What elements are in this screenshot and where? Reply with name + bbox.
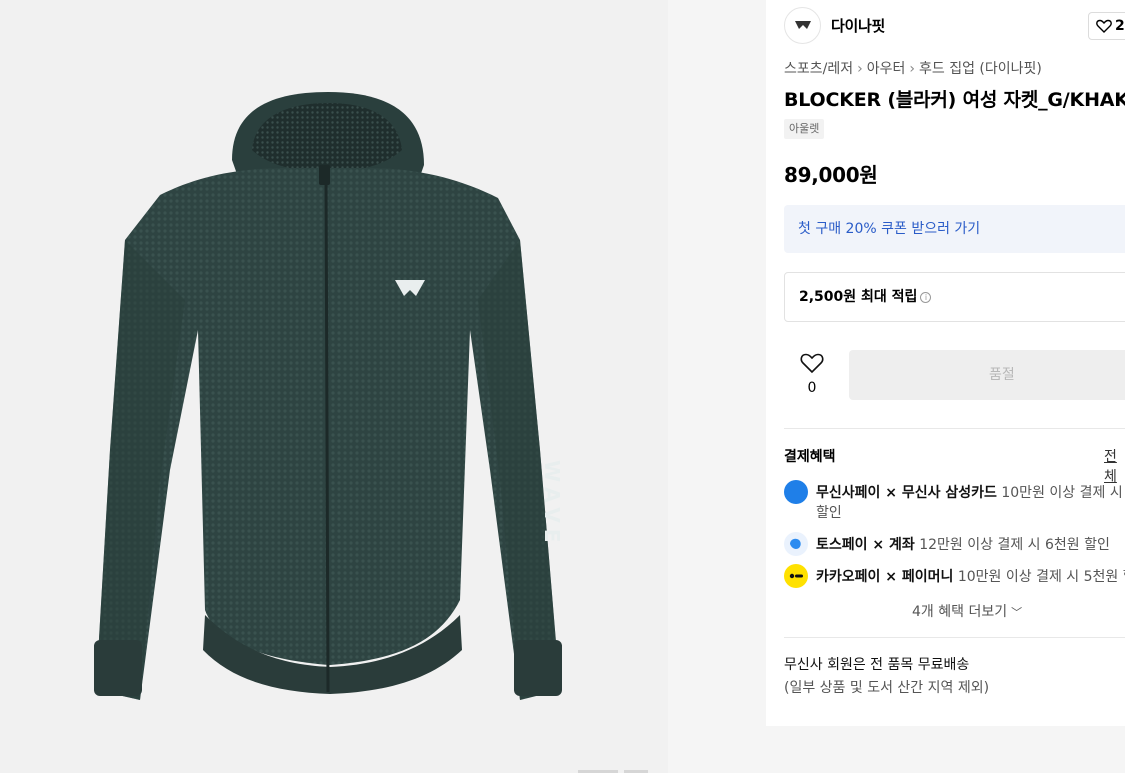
product-image: WAVE [94, 92, 564, 700]
brand-row[interactable]: 다이나핏 2 [784, 6, 1125, 44]
benefit-name: 카카오페이 × 페이머니 [816, 569, 954, 585]
wishlist-count: 0 [807, 380, 817, 396]
svg-text:WAVE: WAVE [540, 460, 564, 548]
toss-icon [784, 532, 808, 556]
brand-like-count: 2 [1115, 18, 1125, 34]
benefit-detail: 10만원 이상 결제 시 5천원 할 [953, 569, 1125, 585]
benefits-all-link[interactable]: 전체 [1104, 446, 1125, 486]
divider [784, 637, 1125, 638]
product-info-panel: 다이나핏 2 스포츠/레저 › 아우터 › 후드 집업 (다이나핏) BLOCKER (… [766, 0, 1125, 726]
points-box: 2,500원 최대 적립 i [784, 272, 1125, 322]
payment-benefits-title: 결제혜택 [784, 449, 836, 465]
benefit-name: 무신사페이 × 무신사 삼성카드 [816, 485, 997, 501]
chevron-right-icon: › [857, 61, 863, 77]
sold-out-button[interactable]: 품절 [849, 350, 1125, 400]
product-price: 89,000원 [784, 163, 878, 187]
chevron-right-icon: › [909, 61, 915, 77]
brand-logo[interactable] [784, 6, 821, 44]
shipping-exception-text: (일부 상품 및 도서 산간 지역 제외) [784, 680, 990, 696]
kakaopay-icon [784, 564, 808, 588]
breadcrumb-item[interactable]: 스포츠/레저 [784, 61, 853, 77]
wishlist-button[interactable]: 0 [788, 352, 836, 396]
info-icon[interactable]: i [920, 291, 932, 303]
outlet-tag: 아울렛 [784, 119, 825, 139]
brand-name[interactable]: 다이나핏 [831, 15, 885, 36]
benefit-detail: 10만원 이상 결제 시 1 [996, 485, 1125, 501]
brand-like-button[interactable]: 2 [1088, 12, 1125, 40]
breadcrumb-item[interactable]: 후드 집업 (다이나핏) [919, 61, 1042, 77]
breadcrumb: 스포츠/레저 › 아우터 › 후드 집업 (다이나핏) [784, 58, 1042, 78]
more-benefits-label: 4개 혜택 더보기 [912, 604, 1008, 620]
benefit-name: 토스페이 × 계좌 [816, 537, 915, 553]
breadcrumb-item[interactable]: 아우터 [867, 61, 906, 77]
first-purchase-coupon-button[interactable]: 첫 구매 20% 쿠폰 받으러 가기 [784, 205, 1125, 253]
heart-icon [1096, 19, 1112, 33]
more-benefits-button[interactable]: 4개 혜택 더보기 ﹀ [912, 601, 1022, 621]
free-shipping-text: 무신사 회원은 전 품목 무료배송 [784, 657, 970, 673]
benefit-detail-line2: 할인 [816, 505, 842, 521]
points-label: 2,500원 최대 적립 [799, 289, 918, 305]
chevron-down-icon: ﹀ [1011, 606, 1023, 619]
product-image-gallery[interactable]: WAVE [0, 0, 668, 773]
benefit-detail: 12만원 이상 결제 시 6천원 할인 [914, 537, 1110, 553]
product-title: BLOCKER (블라커) 여성 자켓_G/KHAKI [784, 89, 1125, 111]
heart-icon [800, 353, 824, 374]
samsung-card-icon [784, 480, 808, 504]
dynafit-logo-icon [794, 21, 811, 29]
divider [784, 428, 1125, 429]
